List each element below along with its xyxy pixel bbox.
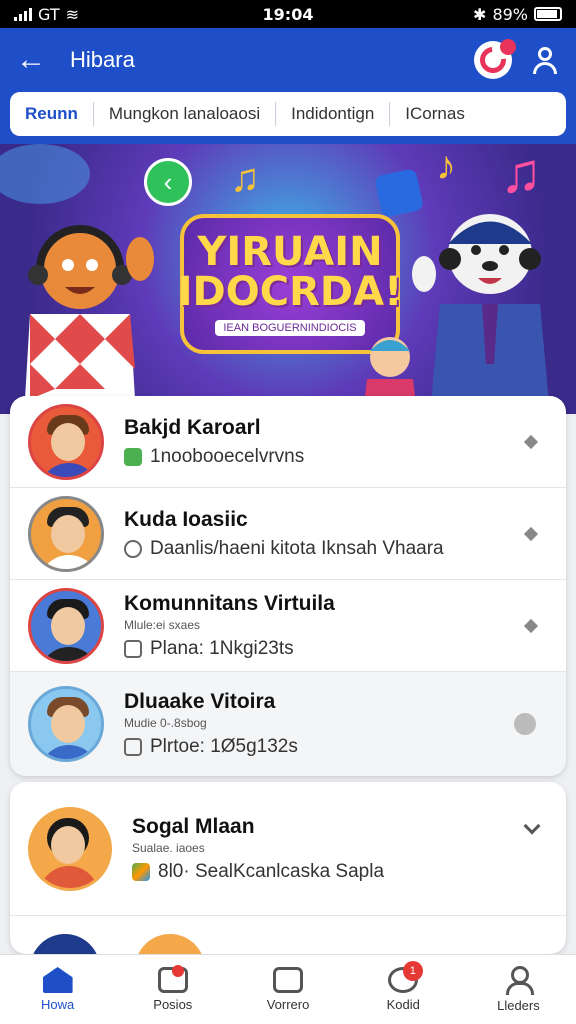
nav-label: Howa xyxy=(40,997,75,1012)
notification-dot xyxy=(500,39,516,55)
list-item[interactable]: Sogal Mlaan Sualae. iaoes 8l0· SealKcanl… xyxy=(10,782,566,916)
avatar xyxy=(135,934,205,954)
edit-icon xyxy=(124,738,142,756)
item-name: Bakjd Karoarl xyxy=(124,415,261,439)
bottom-nav: Howa Posios Vorrero 1 Kodid Lleders xyxy=(0,954,576,1024)
nav-posios[interactable]: Posios xyxy=(115,955,230,1024)
chat-bubble-icon: ‹ xyxy=(144,158,192,206)
page-title: Hibara xyxy=(70,47,135,72)
battery-percent: 89% xyxy=(492,4,528,24)
check-circle-icon[interactable] xyxy=(514,713,536,735)
list-item[interactable]: Dluaake Vitoira Mudie 0-.8sbog Plrtoe: 1… xyxy=(10,672,566,776)
wifi-icon: ≋ xyxy=(65,4,80,24)
nav-vorrero[interactable]: Vorrero xyxy=(230,955,345,1024)
item-text: Dluaake Vitoira Mudie 0-.8sbog Plrtoe: 1… xyxy=(124,690,566,758)
item-text: Bakjd Karoarl 1noobooecelvrvns xyxy=(124,416,566,468)
item-name: Kuda Ioasiic xyxy=(124,507,248,531)
tab-indidontign[interactable]: Indidontign xyxy=(276,102,391,126)
item-meta: Mudie 0-.8sbog xyxy=(124,716,207,730)
item-sub-text: 8l0· SealKcanlcaska Sapla xyxy=(158,860,385,882)
item-sub: Daanlis/haeni kitota Iknsah Vhaara xyxy=(124,538,566,560)
multicolor-icon xyxy=(132,862,150,881)
list-item[interactable]: Kuda Ioasiic Daanlis/haeni kitota Iknsah… xyxy=(10,488,566,580)
tabs-container: Reunn Mungkon lanaloaosi Indidontign ICo… xyxy=(0,92,576,144)
nav-kodid[interactable]: 1 Kodid xyxy=(346,955,461,1024)
avatar xyxy=(28,686,104,762)
contacts-list: Bakjd Karoarl 1noobooecelvrvns Kuda Ioas… xyxy=(10,396,566,776)
bluetooth-icon: ✱ xyxy=(473,4,487,24)
tab-bar: Reunn Mungkon lanaloaosi Indidontign ICo… xyxy=(10,92,566,136)
avatar xyxy=(30,934,100,954)
nav-label: Kodid xyxy=(386,997,420,1012)
mascot-left xyxy=(25,225,154,399)
tab-reunn[interactable]: Reunn xyxy=(10,102,94,126)
globe-shape xyxy=(0,144,90,204)
app-bar: ← Hibara xyxy=(0,28,576,92)
nav-badge: 1 xyxy=(402,961,423,981)
avatar xyxy=(28,403,104,480)
status-left: GT ≋ xyxy=(14,5,79,24)
image-icon xyxy=(273,967,303,993)
avatar xyxy=(28,587,104,664)
edit-icon xyxy=(124,639,142,658)
banner-title-line2: IDOCRDA! xyxy=(177,269,403,315)
clock-icon xyxy=(124,539,142,558)
music-note-icon: ♪ xyxy=(436,144,456,188)
item-name: Komunnitans Virtuila xyxy=(124,591,335,615)
carrier-label: GT xyxy=(38,4,60,24)
tab-mungkon[interactable]: Mungkon lanaloaosi xyxy=(94,102,277,126)
home-icon xyxy=(42,967,73,993)
green-square-icon xyxy=(124,447,142,466)
banner-title-line1: YIRUAIN xyxy=(197,229,383,275)
item-sub: Plrtoe: 1Ø5g132s xyxy=(124,736,566,758)
list-item[interactable]: Bakjd Karoarl 1noobooecelvrvns xyxy=(10,396,566,488)
item-meta: Mlule:ei sxaes xyxy=(124,617,201,632)
item-meta: Sualae. iaoes xyxy=(132,840,205,855)
item-sub-text: Daanlis/haeni kitota Iknsah Vhaara xyxy=(150,537,444,559)
status-time: 19:04 xyxy=(262,4,314,24)
notification-icon[interactable] xyxy=(474,39,516,79)
item-sub: 8l0· SealKcanlcaska Sapla xyxy=(132,861,566,883)
banner-subtitle: IEAN BOGUERNINDIOCIS xyxy=(215,320,365,336)
item-text: Sogal Mlaan Sualae. iaoes 8l0· SealKcanl… xyxy=(132,815,566,883)
profile-icon[interactable] xyxy=(530,45,560,75)
music-note-icon: ♫ xyxy=(500,144,542,204)
status-bar: GT ≋ 19:04 ✱ 89% xyxy=(0,0,576,28)
nav-lleders[interactable]: Lleders xyxy=(461,955,576,1024)
mascot-right xyxy=(412,214,550,414)
avatar xyxy=(28,495,104,572)
item-text: Kuda Ioasiic Daanlis/haeni kitota Iknsah… xyxy=(124,508,566,560)
item-name: Sogal Mlaan xyxy=(132,814,255,838)
nav-label: Posios xyxy=(153,997,193,1012)
nav-label: Lleders xyxy=(497,998,540,1013)
item-sub: 1noobooecelvrvns xyxy=(124,446,566,468)
item-sub-text: Plana: 1Nkgi23ts xyxy=(150,637,294,659)
group-card: Sogal Mlaan Sualae. iaoes 8l0· SealKcanl… xyxy=(10,782,566,954)
item-sub-text: Plrtoe: 1Ø5g132s xyxy=(150,736,298,757)
item-name: Dluaake Vitoira xyxy=(124,690,276,713)
tab-icornas[interactable]: ICornas xyxy=(390,102,480,126)
item-sub: Plana: 1Nkgi23ts xyxy=(124,638,566,660)
signal-icon xyxy=(14,7,32,21)
nav-home[interactable]: Howa xyxy=(0,955,115,1024)
list-item[interactable]: Komunnitans Virtuila Mlule:ei sxaes Plan… xyxy=(10,580,566,672)
music-note-icon: ♫ xyxy=(230,156,260,200)
avatar xyxy=(28,806,112,891)
nav-label: Vorrero xyxy=(266,997,310,1012)
user-icon xyxy=(505,966,535,995)
item-sub-text: 1noobooecelvrvns xyxy=(150,445,305,467)
promo-banner[interactable]: ‹ ♫ ♪ ♫ YIRUAIN IDOCRDA! IEAN BOGUERNIND… xyxy=(0,144,576,414)
item-text: Komunnitans Virtuila Mlule:ei sxaes Plan… xyxy=(124,592,566,660)
back-arrow-icon[interactable]: ← xyxy=(16,45,52,75)
battery-icon xyxy=(534,7,562,21)
status-right: ✱ 89% xyxy=(473,5,562,24)
